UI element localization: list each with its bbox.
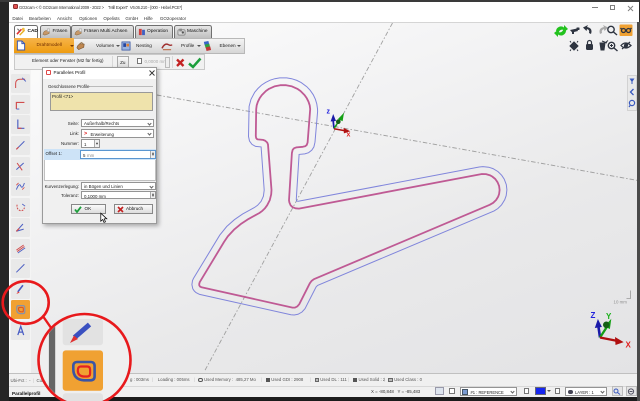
svg-text:X: X [626, 341, 632, 350]
svg-text:x: x [347, 132, 351, 139]
svg-text:10 mm: 10 mm [614, 300, 628, 305]
svg-text:Z: Z [591, 311, 596, 320]
svg-text:z: z [327, 109, 331, 116]
